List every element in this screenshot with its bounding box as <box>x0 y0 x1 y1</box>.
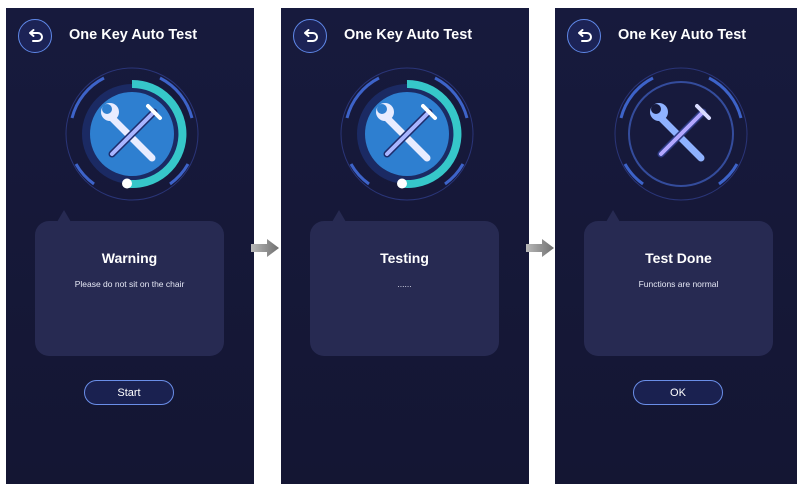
progress-ring <box>340 67 474 201</box>
screen-test-done: One Key Auto Test Test Done Functions ar… <box>555 8 797 484</box>
status-message: Functions are normal <box>638 279 719 289</box>
back-button[interactable] <box>293 19 327 53</box>
back-button[interactable] <box>18 19 52 53</box>
page-title: One Key Auto Test <box>69 27 198 43</box>
screen-warning: One Key Auto Test Warning Please do not … <box>6 8 254 484</box>
status-message: Please do not sit on the chair <box>74 279 185 289</box>
ok-button[interactable]: OK <box>633 380 723 405</box>
start-button[interactable]: Start <box>84 380 174 405</box>
status-message: ...... <box>397 279 412 289</box>
back-arrow-icon <box>304 29 318 42</box>
status-title: Test Done <box>645 250 712 266</box>
screen-testing: One Key Auto Test Testing ...... <box>281 8 529 484</box>
status-title: Testing <box>380 250 429 266</box>
page-title: One Key Auto Test <box>344 27 473 43</box>
next-step-arrow-icon <box>251 239 279 257</box>
progress-ring <box>65 67 199 201</box>
next-step-arrow-icon <box>526 239 554 257</box>
status-card: Warning Please do not sit on the chair <box>35 210 224 356</box>
status-title: Warning <box>101 250 158 266</box>
back-arrow-icon <box>578 29 592 42</box>
status-card: Test Done Functions are normal <box>584 210 773 356</box>
status-ring <box>614 67 748 201</box>
back-arrow-icon <box>29 29 43 42</box>
status-card: Testing ...... <box>310 210 499 356</box>
page-title: One Key Auto Test <box>618 27 747 43</box>
back-button[interactable] <box>567 19 601 53</box>
